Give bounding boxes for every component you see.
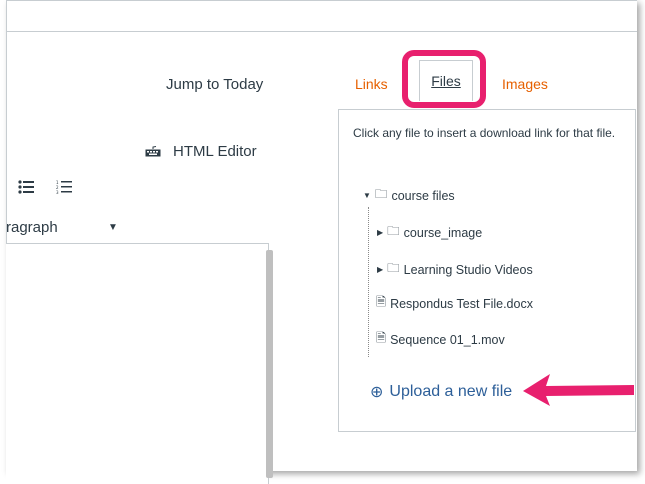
caret-down-icon[interactable]: ▼ bbox=[363, 191, 371, 200]
tree-item-folder[interactable]: ▶ 🗀 Learning Studio Videos bbox=[377, 259, 533, 280]
folder-icon: 🗀 bbox=[387, 261, 400, 275]
tree-item-label: Learning Studio Videos bbox=[403, 262, 533, 277]
divider bbox=[7, 31, 637, 32]
editor-scrollbar[interactable] bbox=[266, 250, 273, 478]
rich-content-editor[interactable] bbox=[6, 243, 269, 484]
html-editor-toggle[interactable]: HTML Editor bbox=[145, 143, 257, 160]
upload-label: Upload a new file bbox=[389, 383, 513, 400]
tree-item-course-files[interactable]: ▼ 🗀 course files bbox=[363, 185, 455, 206]
caret-right-icon[interactable]: ▶ bbox=[377, 265, 383, 274]
tree-item-file[interactable]: 🗎 Respondus Test File.docx bbox=[376, 293, 533, 314]
document-icon: 🗎 bbox=[376, 331, 387, 345]
paragraph-select[interactable]: ragraph bbox=[6, 219, 58, 236]
tab-images[interactable]: Images bbox=[502, 76, 548, 92]
document-icon: 🗎 bbox=[376, 295, 387, 309]
tree-guide-line bbox=[368, 207, 370, 357]
files-hint: Click any file to insert a download link… bbox=[353, 126, 616, 140]
tree-item-file[interactable]: 🗎 Sequence 01_1.mov bbox=[376, 329, 505, 350]
tree-item-label: Respondus Test File.docx bbox=[390, 296, 533, 311]
tree-item-label: course files bbox=[391, 188, 455, 203]
html-editor-label: HTML Editor bbox=[173, 143, 257, 160]
folder-icon: 🗀 bbox=[374, 187, 388, 201]
jump-to-today-link[interactable]: Jump to Today bbox=[166, 76, 263, 93]
pointer-arrow bbox=[523, 374, 634, 406]
tree-item-label: Sequence 01_1.mov bbox=[390, 332, 505, 347]
keyboard-icon bbox=[145, 146, 161, 157]
highlight-box bbox=[402, 50, 486, 108]
upload-new-file-link[interactable]: ⊕ Upload a new file bbox=[370, 382, 512, 402]
tab-links[interactable]: Links bbox=[355, 76, 388, 92]
numbered-list-icon[interactable]: 1 2 3 bbox=[56, 180, 72, 194]
tree-item-folder[interactable]: ▶ 🗀 course_image bbox=[377, 222, 482, 243]
plus-circle-icon: ⊕ bbox=[370, 384, 384, 401]
chevron-down-icon[interactable]: ▼ bbox=[108, 222, 118, 233]
svg-text:3: 3 bbox=[56, 190, 59, 194]
folder-icon: 🗀 bbox=[387, 224, 400, 238]
caret-right-icon[interactable]: ▶ bbox=[377, 228, 383, 237]
tree-item-label: course_image bbox=[403, 225, 483, 240]
bullet-list-icon[interactable] bbox=[18, 180, 34, 194]
